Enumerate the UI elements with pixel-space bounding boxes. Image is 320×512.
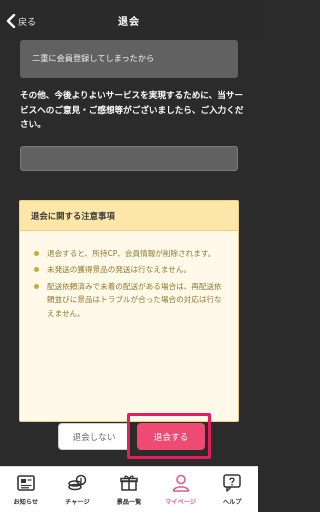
back-label: 戻る bbox=[18, 17, 37, 28]
tab-bar: お知らせ チャージ 景品一覧 マイページ ヘルプ bbox=[0, 466, 258, 512]
bullet-icon bbox=[34, 283, 39, 289]
tab-charge[interactable]: チャージ bbox=[52, 467, 104, 512]
notice-item-text: 退会すると、所持CP、会員情報が削除されます。 bbox=[47, 249, 216, 258]
notice-list: 退会すると、所持CP、会員情報が削除されます。 未発送の獲得景品の発送は行なえま… bbox=[20, 231, 238, 320]
notice-item: 退会すると、所持CP、会員情報が削除されます。 bbox=[32, 247, 228, 260]
tab-label: お知らせ bbox=[13, 499, 39, 506]
header: 戻る 退会 bbox=[0, 0, 258, 40]
withdraw-button[interactable]: 退会する bbox=[137, 423, 205, 450]
bullet-icon bbox=[34, 267, 39, 273]
notice-item: 未発送の獲得景品の発送は行なえません。 bbox=[32, 263, 228, 276]
prize-list-icon bbox=[120, 475, 138, 491]
chevron-left-icon bbox=[6, 14, 16, 28]
tab-label: ヘルプ bbox=[222, 499, 242, 506]
back-button[interactable]: 戻る bbox=[6, 12, 36, 30]
comment-prompt: その他、今後よりよいサービスを実現するために、当サービスへのご意見・ご感想等がご… bbox=[20, 91, 244, 130]
cancel-withdraw-button[interactable]: 退会しない bbox=[58, 423, 130, 450]
notice-panel: 退会に関する注意事項 退会すると、所持CP、会員情報が削除されます。 未発送の獲… bbox=[19, 200, 239, 422]
notice-title: 退会に関する注意事項 bbox=[20, 201, 238, 231]
notice-item: 配送依頼済みで未着の配送がある場合は、再配送依頼並びに景品はトラブルが合った場合… bbox=[32, 280, 228, 320]
reason-select[interactable]: 二重に会員登録してしまったから bbox=[20, 40, 238, 78]
notice-item-text: 未発送の獲得景品の発送は行なえません。 bbox=[47, 265, 192, 275]
tab-label: マイページ bbox=[165, 499, 196, 506]
news-icon bbox=[16, 475, 35, 491]
tab-label: 景品一覧 bbox=[116, 499, 142, 506]
tab-label: チャージ bbox=[65, 499, 90, 506]
tab-prize-list[interactable]: 景品一覧 bbox=[103, 467, 155, 512]
withdraw-form: 二重に会員登録してしまったから その他、今後よりよいサービスを実現するために、当… bbox=[0, 40, 258, 466]
user-icon bbox=[172, 474, 189, 492]
bullet-icon bbox=[34, 251, 39, 256]
coins-icon bbox=[68, 474, 87, 491]
page-title: 退会 bbox=[118, 16, 140, 28]
tab-news[interactable]: お知らせ bbox=[0, 467, 52, 512]
tab-mypage[interactable]: マイページ bbox=[155, 467, 207, 512]
tab-help[interactable]: ヘルプ bbox=[206, 467, 258, 512]
help-icon bbox=[223, 474, 241, 492]
notice-item-text: 配送依頼済みで未着の配送がある場合は、再配送依頼並びに景品はトラブルが合った場合… bbox=[47, 281, 222, 318]
comment-field[interactable] bbox=[20, 146, 238, 171]
